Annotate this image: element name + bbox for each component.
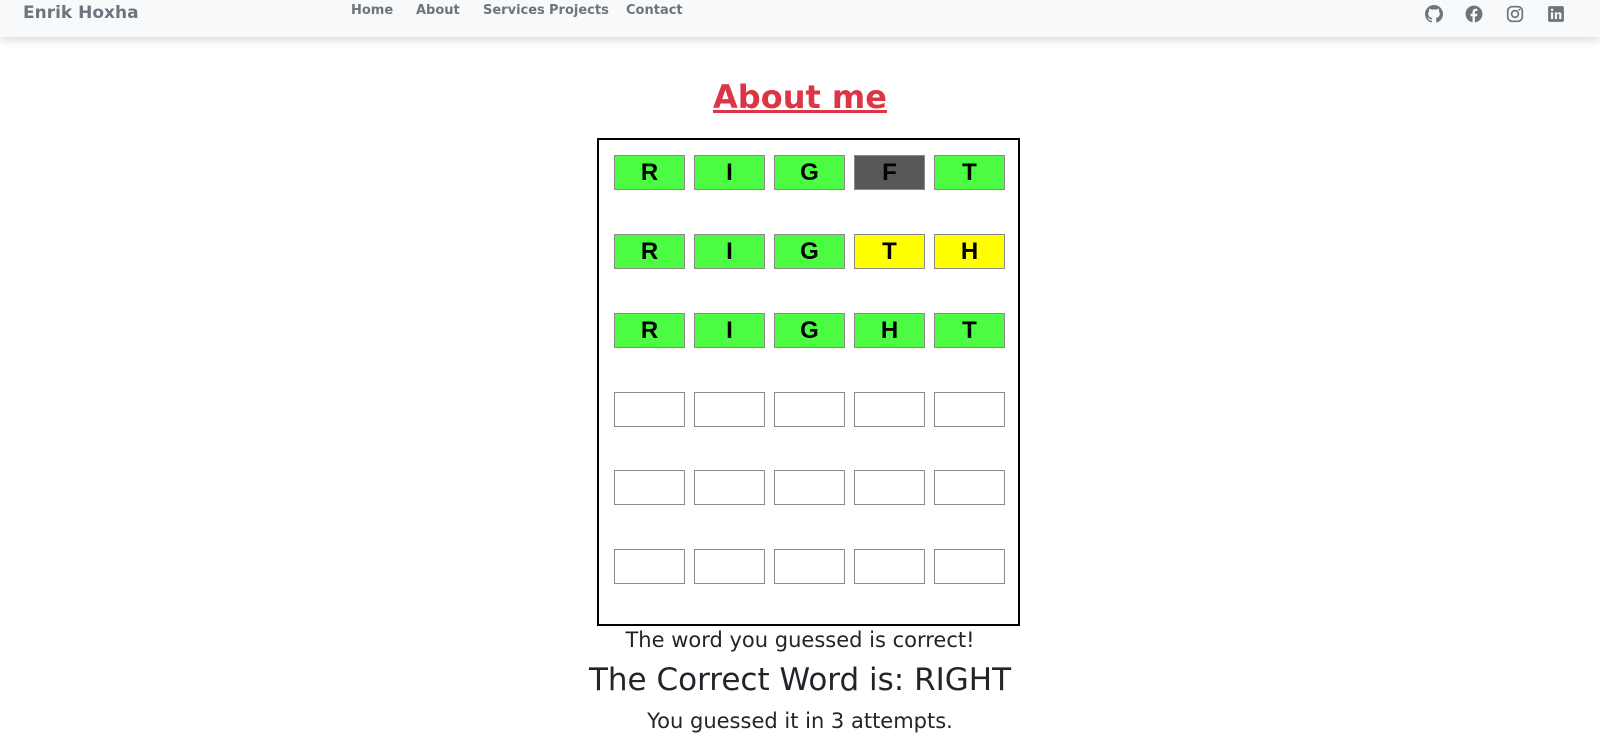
letter-tile[interactable]: G: [774, 313, 845, 348]
nav-link-contact[interactable]: Contact: [626, 3, 683, 18]
letter-tile[interactable]: G: [774, 234, 845, 269]
letter-tile[interactable]: [934, 392, 1005, 427]
letter-tile[interactable]: [614, 470, 685, 505]
letter-tile[interactable]: H: [934, 234, 1005, 269]
letter-tile[interactable]: I: [694, 155, 765, 190]
navbar: Enrik Hoxha Home About Services Projects…: [0, 0, 1600, 37]
letter-tile[interactable]: R: [614, 155, 685, 190]
letter-tile[interactable]: [774, 392, 845, 427]
letter-tile[interactable]: [854, 392, 925, 427]
letter-tile[interactable]: [694, 470, 765, 505]
facebook-icon[interactable]: [1465, 5, 1483, 23]
brand-logo[interactable]: Enrik Hoxha: [23, 3, 139, 23]
letter-tile[interactable]: [934, 549, 1005, 584]
letter-tile[interactable]: T: [854, 234, 925, 269]
nav-link-services[interactable]: Services: [483, 3, 545, 18]
nav-link-about[interactable]: About: [416, 3, 460, 18]
github-icon[interactable]: [1425, 5, 1443, 23]
letter-tile[interactable]: [614, 392, 685, 427]
letter-tile[interactable]: [774, 549, 845, 584]
letter-tile[interactable]: T: [934, 155, 1005, 190]
letter-tile[interactable]: [694, 549, 765, 584]
letter-tile[interactable]: [854, 549, 925, 584]
letter-tile[interactable]: T: [934, 313, 1005, 348]
letter-tile[interactable]: R: [614, 234, 685, 269]
letter-tile[interactable]: G: [774, 155, 845, 190]
letter-tile[interactable]: I: [694, 313, 765, 348]
correct-word-heading: The Correct Word is: RIGHT: [588, 662, 1012, 698]
wordle-board: RIGFTRIGTHRIGHT: [597, 138, 1020, 626]
instagram-icon[interactable]: [1506, 5, 1524, 23]
linkedin-icon[interactable]: [1547, 5, 1565, 23]
letter-tile[interactable]: [854, 470, 925, 505]
letter-tile[interactable]: [614, 549, 685, 584]
letter-tile[interactable]: [694, 392, 765, 427]
letter-tile[interactable]: I: [694, 234, 765, 269]
result-message: The word you guessed is correct!: [625, 628, 975, 652]
attempts-count: You guessed it in 3 attempts.: [647, 709, 953, 733]
letter-tile[interactable]: [934, 470, 1005, 505]
letter-tile[interactable]: F: [854, 155, 925, 190]
letter-tile[interactable]: [774, 470, 845, 505]
nav-link-projects[interactable]: Projects: [549, 3, 609, 18]
letter-tile[interactable]: H: [854, 313, 925, 348]
letter-tile[interactable]: R: [614, 313, 685, 348]
page-title: About me: [713, 78, 887, 116]
nav-link-home[interactable]: Home: [351, 3, 393, 18]
